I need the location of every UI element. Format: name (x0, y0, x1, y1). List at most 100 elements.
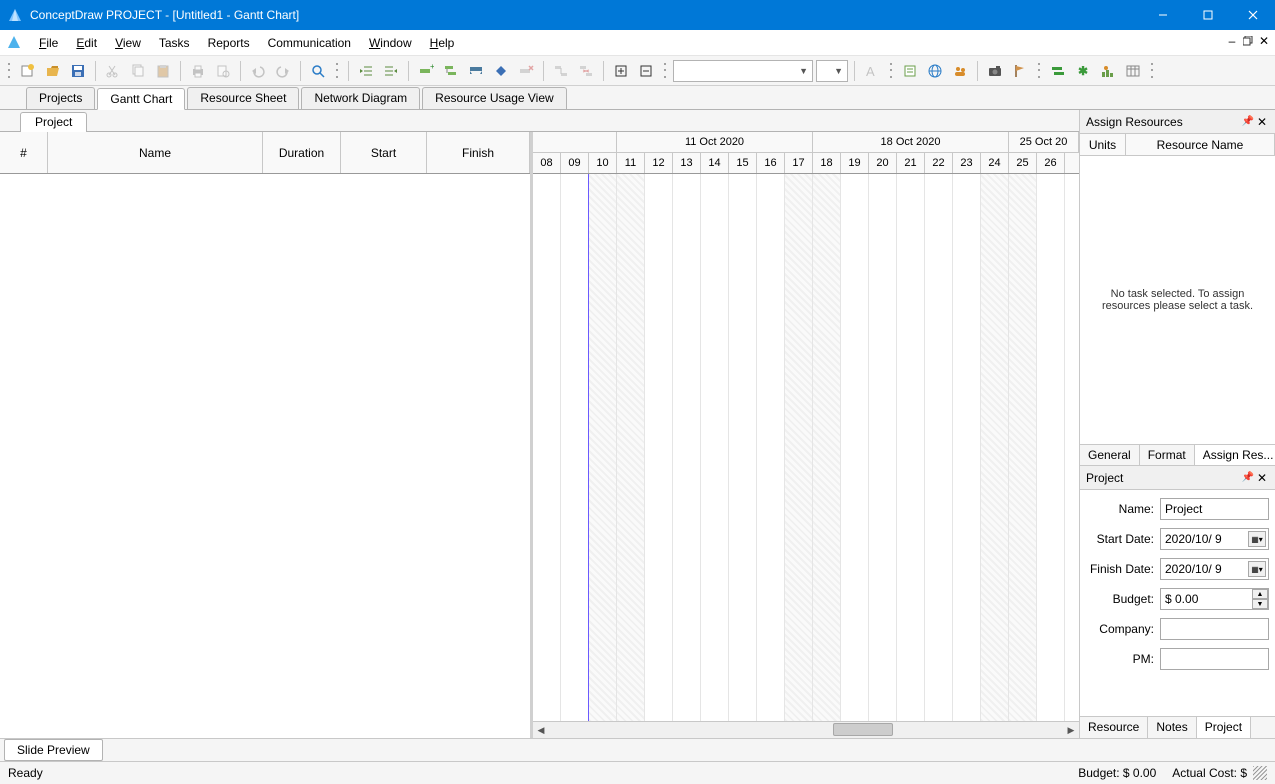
collapse-all-icon[interactable] (635, 60, 657, 82)
tab-resource-usage[interactable]: Resource Usage View (422, 87, 567, 109)
toolbar-grip-4[interactable] (888, 61, 894, 81)
menu-edit[interactable]: Edit (67, 32, 106, 54)
camera-icon[interactable] (984, 60, 1006, 82)
start-date-input[interactable]: 2020/10/ 9▦▾ (1160, 528, 1269, 550)
col-start[interactable]: Start (341, 132, 427, 173)
filter-combo[interactable]: ▼ (673, 60, 813, 82)
new-project-icon[interactable] (17, 60, 39, 82)
paste-icon (152, 60, 174, 82)
expand-all-icon[interactable] (610, 60, 632, 82)
toolbar-grip-5[interactable] (1036, 61, 1042, 81)
scroll-left-button[interactable]: ◀ (533, 725, 549, 736)
copy-icon (127, 60, 149, 82)
toolbar-grip-6[interactable] (1149, 61, 1155, 81)
mdi-minimize-button[interactable]: – (1225, 34, 1239, 48)
tab-notes[interactable]: Notes (1148, 717, 1196, 738)
gantt-canvas[interactable] (533, 174, 1079, 721)
day-header: 09 (561, 153, 589, 173)
toolbar-grip-3[interactable] (662, 61, 668, 81)
indent-icon[interactable] (380, 60, 402, 82)
project-close-icon[interactable]: ✕ (1255, 471, 1269, 485)
col-duration[interactable]: Duration (263, 132, 341, 173)
tab-projects[interactable]: Projects (26, 87, 95, 109)
project-panel-header: Project 📌 ✕ (1080, 466, 1275, 490)
view-tabs: Projects Gantt Chart Resource Sheet Netw… (0, 86, 1275, 110)
tab-general[interactable]: General (1080, 445, 1140, 465)
menu-help[interactable]: Help (421, 32, 464, 54)
tab-project[interactable]: Project (1197, 717, 1251, 738)
gantt-day-column (869, 174, 897, 721)
finish-date-input[interactable]: 2020/10/ 9▦▾ (1160, 558, 1269, 580)
menu-tasks[interactable]: Tasks (150, 32, 199, 54)
hyperlink-icon[interactable] (924, 60, 946, 82)
add-subtask-icon[interactable] (440, 60, 462, 82)
add-milestone-icon[interactable] (490, 60, 512, 82)
menu-window[interactable]: Window (360, 32, 421, 54)
menu-view[interactable]: View (106, 32, 150, 54)
open-icon[interactable] (42, 60, 64, 82)
col-finish[interactable]: Finish (427, 132, 530, 173)
col-resource-name[interactable]: Resource Name (1126, 134, 1275, 155)
budget-down-icon[interactable]: ▼ (1252, 599, 1268, 609)
col-name[interactable]: Name (48, 132, 263, 173)
tab-network-diagram[interactable]: Network Diagram (301, 87, 420, 109)
link-tasks-icon (550, 60, 572, 82)
horizontal-scrollbar[interactable]: ◀ ▶ (533, 721, 1079, 738)
add-task-icon[interactable]: + (415, 60, 437, 82)
slide-preview-button[interactable]: Slide Preview (4, 739, 103, 761)
save-icon[interactable] (67, 60, 89, 82)
menu-file[interactable]: File (30, 32, 67, 54)
col-units[interactable]: Units (1080, 134, 1126, 155)
gantt-day-column (925, 174, 953, 721)
col-number[interactable]: # (0, 132, 48, 173)
scroll-right-button[interactable]: ▶ (1063, 725, 1079, 736)
resource-chart-icon[interactable] (1097, 60, 1119, 82)
tab-resource[interactable]: Resource (1080, 717, 1148, 738)
project-pin-icon[interactable]: 📌 (1241, 472, 1255, 483)
note-icon[interactable] (899, 60, 921, 82)
name-input[interactable]: Project (1160, 498, 1269, 520)
critical-path-icon[interactable]: ✱ (1072, 60, 1094, 82)
menu-communication[interactable]: Communication (259, 32, 360, 54)
tab-format[interactable]: Format (1140, 445, 1195, 465)
document-tabs: Project (0, 110, 1079, 132)
finish-date-picker-icon[interactable]: ▦▾ (1248, 561, 1266, 577)
delete-task-icon (515, 60, 537, 82)
start-date-picker-icon[interactable]: ▦▾ (1248, 531, 1266, 547)
budget-input[interactable]: $ 0.00▲▼ (1160, 588, 1269, 610)
columns-icon[interactable] (1122, 60, 1144, 82)
slide-preview-bar: Slide Preview (0, 738, 1275, 762)
company-input[interactable] (1160, 618, 1269, 640)
maximize-button[interactable] (1185, 0, 1230, 30)
outdent-icon[interactable] (355, 60, 377, 82)
pin-icon[interactable]: 📌 (1241, 116, 1255, 127)
budget-up-icon[interactable]: ▲ (1252, 589, 1268, 599)
project-panel-title: Project (1086, 471, 1123, 485)
baseline-icon[interactable] (1047, 60, 1069, 82)
tab-assign-res[interactable]: Assign Res... (1195, 445, 1275, 465)
panel-close-icon[interactable]: ✕ (1255, 115, 1269, 129)
week-partial (533, 132, 617, 152)
close-button[interactable] (1230, 0, 1275, 30)
tab-resource-sheet[interactable]: Resource Sheet (187, 87, 299, 109)
mdi-restore-button[interactable] (1241, 34, 1255, 48)
add-phase-icon[interactable] (465, 60, 487, 82)
tab-gantt-chart[interactable]: Gantt Chart (97, 88, 185, 110)
menu-reports[interactable]: Reports (199, 32, 259, 54)
gantt-day-column (729, 174, 757, 721)
task-grid-body[interactable] (0, 174, 530, 738)
flag-icon[interactable] (1009, 60, 1031, 82)
toolbar-grip-2[interactable] (334, 61, 340, 81)
zoom-combo[interactable]: ▼ (816, 60, 848, 82)
toolbar-grip[interactable] (6, 61, 12, 81)
mdi-close-button[interactable]: ✕ (1257, 34, 1271, 48)
pm-input[interactable] (1160, 648, 1269, 670)
status-budget: Budget: $ 0.00 (1078, 766, 1156, 780)
scroll-thumb[interactable] (833, 723, 893, 736)
find-icon[interactable] (307, 60, 329, 82)
resources-icon[interactable] (949, 60, 971, 82)
document-tab-project[interactable]: Project (20, 112, 87, 132)
resize-grip-icon[interactable] (1253, 766, 1267, 780)
gantt-day-column (813, 174, 841, 721)
minimize-button[interactable] (1140, 0, 1185, 30)
